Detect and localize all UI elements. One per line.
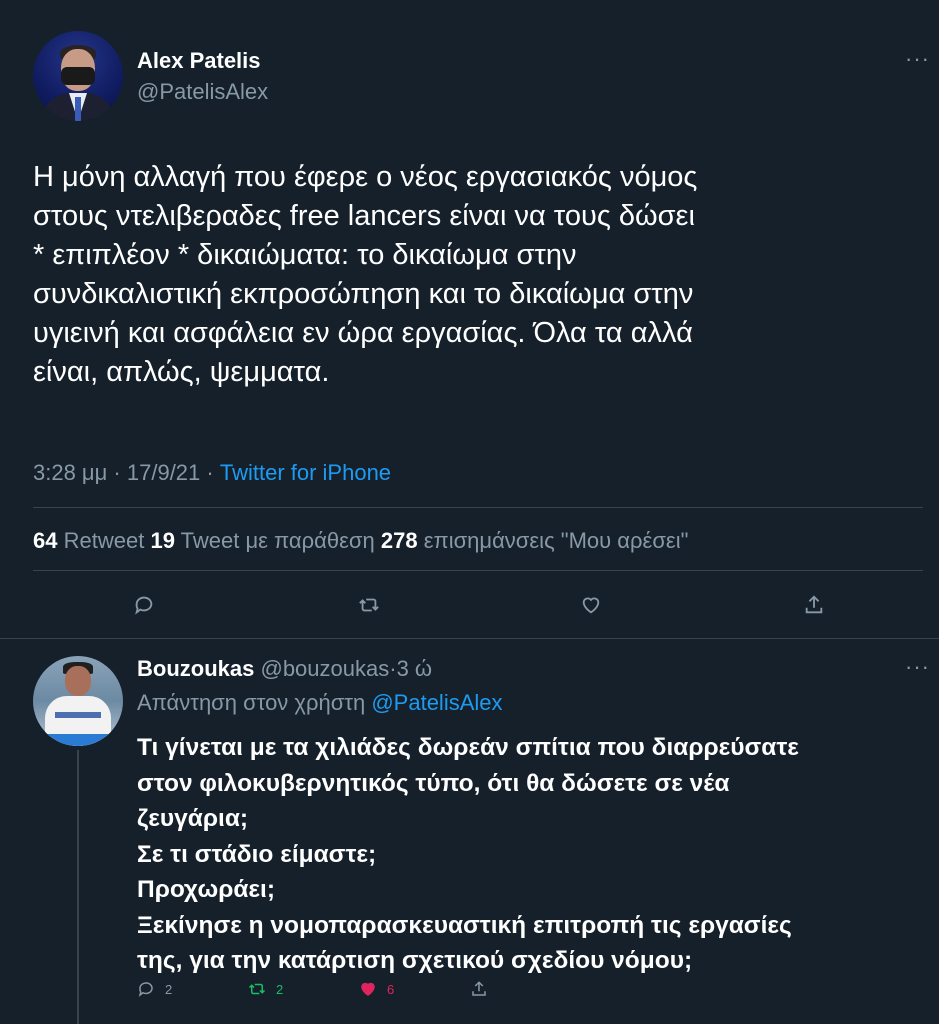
tweet-source[interactable]: Twitter for iPhone	[220, 460, 391, 485]
reply-author-avatar[interactable]	[33, 656, 123, 746]
reply-text: Τι γίνεται με τα χιλιάδες δωρεάν σπίτια …	[137, 734, 799, 974]
author-handle[interactable]: @PatelisAlex	[137, 79, 268, 105]
author-name[interactable]: Alex Patelis	[137, 48, 261, 74]
share-icon[interactable]	[803, 594, 825, 616]
like-icon	[359, 980, 377, 998]
like-icon[interactable]	[580, 594, 602, 616]
reply-count: 2	[165, 981, 173, 997]
more-icon[interactable]: ···	[905, 48, 930, 70]
tweet-text: Η μόνη αλλαγή που έφερε ο νέος εργασιακό…	[33, 161, 698, 388]
retweet-icon	[248, 980, 266, 998]
reply-author-name[interactable]: Bouzoukas	[137, 656, 254, 681]
reply-retweet-action[interactable]: 2	[248, 980, 283, 998]
thread-line	[77, 750, 79, 1024]
action-bar	[0, 592, 939, 618]
reply-header: Bouzoukas @bouzoukas·3 ώ	[137, 656, 432, 682]
replying-to: Απάντηση στον χρήστη @PatelisAlex	[137, 690, 503, 716]
replying-to-label: Απάντηση στον χρήστη	[137, 690, 366, 715]
reply-icon	[137, 980, 155, 998]
divider	[33, 507, 923, 508]
reply-like-action[interactable]: 6	[359, 980, 394, 998]
reply-reply-action[interactable]: 2	[137, 980, 172, 998]
likes-stat[interactable]: 278 επισημάνσεις "Μου αρέσει"	[381, 528, 689, 553]
meta-separator: ·	[389, 656, 397, 681]
meta-separator: ·	[206, 460, 220, 485]
reply-icon[interactable]	[133, 594, 155, 616]
engagement-stats: 64 Retweet 19 Tweet με παράθεση 278 επισ…	[33, 528, 688, 554]
replying-to-handle[interactable]: @PatelisAlex	[371, 690, 502, 715]
retweet-icon[interactable]	[358, 594, 380, 616]
divider	[0, 638, 939, 639]
retweet-count: 2	[276, 981, 284, 997]
meta-separator: ·	[113, 460, 127, 485]
quotes-stat[interactable]: 19 Tweet με παράθεση	[150, 528, 374, 553]
reply-author-handle[interactable]: @bouzoukas	[260, 656, 389, 681]
like-count: 6	[387, 981, 395, 997]
reply-more-icon[interactable]: ···	[905, 656, 930, 678]
reply-share-action[interactable]	[470, 980, 488, 998]
divider	[33, 570, 923, 571]
tweet-date[interactable]: 17/9/21	[127, 460, 200, 485]
reply-time[interactable]: 3 ώ	[397, 656, 433, 681]
tweet-meta: 3:28 μμ · 17/9/21 · Twitter for iPhone	[33, 460, 391, 486]
retweets-stat[interactable]: 64 Retweet	[33, 528, 144, 553]
share-icon	[470, 980, 488, 998]
tweet-time[interactable]: 3:28 μμ	[33, 460, 107, 485]
author-avatar[interactable]	[33, 31, 123, 121]
